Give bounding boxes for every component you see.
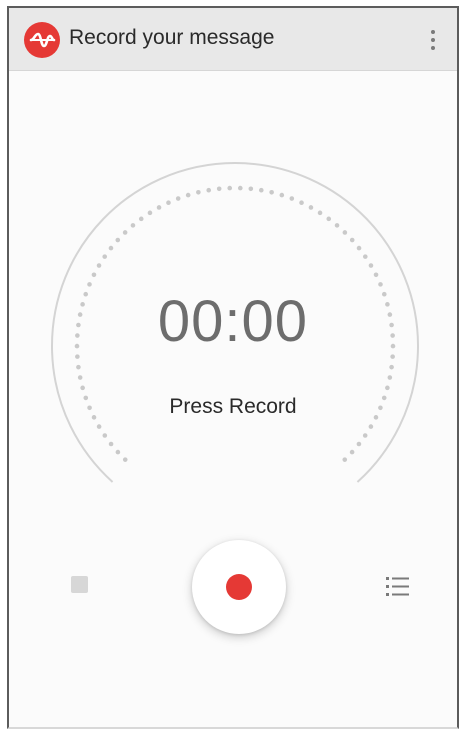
dial-tick-dot [378,282,383,287]
dial-tick-dot [237,185,243,191]
app-bar: Record your message [9,8,457,71]
dial-tick-dot [216,186,222,192]
dial-tick-dot [289,196,295,201]
dial-tick-dot [227,185,233,191]
more-vert-icon [431,30,435,34]
dial-tick-dot [122,230,128,235]
dial-tick-dot [122,457,128,462]
dial-tick-dot [342,230,348,235]
dial-tick-dot [248,186,254,192]
record-button[interactable] [192,540,286,634]
dial-tick-dot [279,192,285,198]
dial-tick-dot [342,457,348,462]
dial-tick-dot [130,223,136,228]
stop-button[interactable] [65,570,93,598]
dial-tick-dot [308,205,314,210]
dial-tick-dot [102,254,108,259]
dial-tick-dot [368,263,374,268]
dial-tick-dot [385,385,390,391]
dial-tick-dot [389,364,394,370]
dial-tick-dot [76,364,81,370]
dial-tick-dot [91,272,97,278]
dial-tick-dot [326,216,332,222]
dial-tick-dot [108,441,114,447]
dial-tick-dot [115,449,121,455]
dial-tick-dot [87,282,92,287]
dial-tick-dot [317,210,323,216]
dial-tick-dot [390,354,395,359]
app-bar-title: Record your message [69,26,275,49]
dial-tick-dot [147,210,153,216]
more-options-button[interactable] [419,22,447,58]
elapsed-timer: 00:00 [157,289,309,354]
dial-tick-dot [349,237,355,243]
dial-tick-dot [356,245,362,251]
soundwave-icon [24,22,60,58]
dial-tick-dot [258,187,264,193]
dial-tick-dot [96,424,102,429]
dial-tick-dot [373,272,379,278]
dial-tick-dot [299,200,304,205]
dial-tick-dot [206,187,212,193]
dial-tick-dot [269,190,274,195]
dial-tick-dot [102,433,108,438]
stop-icon [71,576,88,593]
dial-tick-dot [108,245,114,251]
record-icon [226,574,252,600]
dial-tick-dot [349,449,355,455]
dial-tick-dot [356,441,362,447]
dial-tick-dot [80,385,85,391]
dial-tick-dot [156,205,162,210]
dial-tick-dot [138,216,144,222]
dial-tick-dot [185,192,191,198]
recordings-list-icon [386,577,409,596]
recordings-list-button[interactable] [384,574,412,600]
dial-tick-dot [75,354,80,359]
dial-tick-dot [77,375,83,380]
dial-tick-dot [115,237,121,243]
dial-tick-dot [334,223,340,228]
dial-tick-dot [368,424,374,429]
dial-tick-dot [387,375,393,380]
recorder-screen: Record your message 00:00 Press Record [7,6,459,729]
dial-tick-dot [96,263,102,268]
dial-tick-dot [362,254,368,259]
status-text: Press Record [169,395,297,418]
dial-tick-dot [196,190,201,195]
dial-tick-dot [166,200,171,205]
dial-tick-dot [362,433,368,438]
dial-tick-dot [175,196,181,201]
